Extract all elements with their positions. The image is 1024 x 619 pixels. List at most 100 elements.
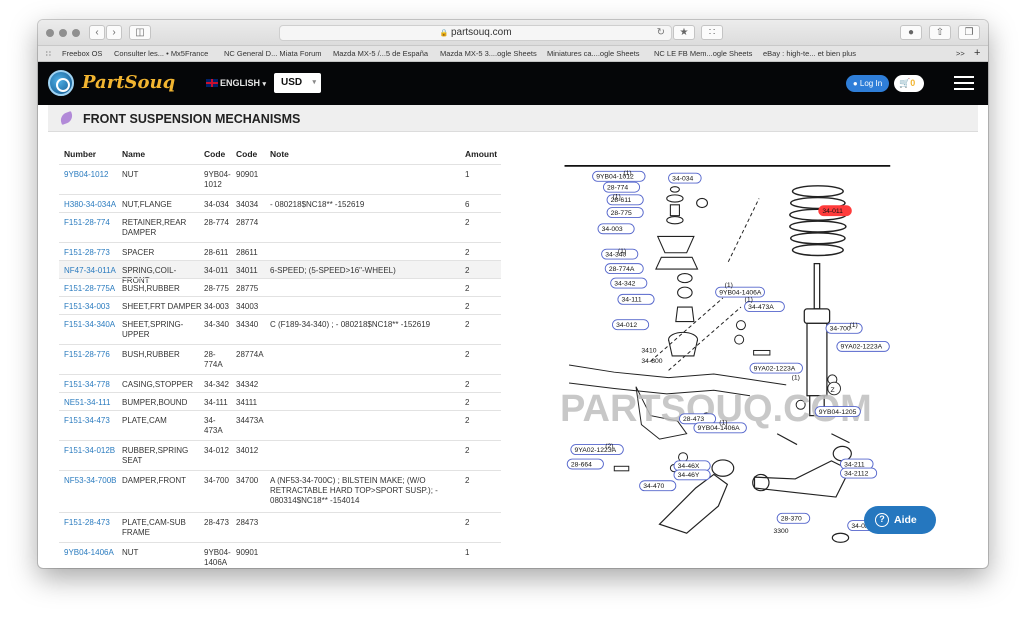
callout-label[interactable]: 9YB04-1205 — [819, 409, 857, 416]
coil-spring — [789, 185, 847, 257]
bookmark-item[interactable]: Consulter les... • Mx5France — [114, 49, 208, 58]
address-bar[interactable]: 🔒 partsouq.com ↻ — [279, 25, 672, 41]
table-row[interactable]: F151-28-776 BUSH,RUBBER 28-774A 28774A 2 — [59, 344, 501, 374]
reader-icon[interactable]: ★ — [673, 25, 695, 40]
part-number-link[interactable]: F151-34-003 — [64, 302, 124, 312]
table-row[interactable]: F151-28-473 PLATE,CAM-SUB FRAME 28-473 2847… — [59, 512, 501, 542]
reload-icon[interactable]: ↻ — [657, 26, 665, 40]
part-number-link[interactable]: F151-34-473 — [64, 416, 124, 426]
callout-label[interactable]: 28-473 — [683, 416, 704, 423]
part-number-link[interactable]: NF53-34-700B — [64, 476, 124, 486]
table-row[interactable]: 9YB04-1012 NUT 9YB04-1012 90901 1 — [59, 164, 501, 194]
download-icon[interactable]: ● — [900, 25, 922, 40]
callout-label[interactable]: 34-800 — [641, 358, 662, 365]
cart-button[interactable]: 🛒0 — [894, 75, 924, 92]
callout-label[interactable]: 9YA02-1223A — [754, 365, 796, 372]
bookmark-item[interactable]: Freebox OS — [62, 49, 102, 58]
new-tab-button[interactable]: + — [974, 47, 980, 59]
callout-label[interactable]: 34-46Y — [678, 472, 700, 479]
callout-label[interactable]: 34-470 — [643, 483, 664, 490]
callout-index: (1) — [792, 374, 800, 381]
section-header: FRONT SUSPENSION MECHANISMS — [48, 105, 978, 132]
part-number-link[interactable]: NF47-34-011A — [64, 266, 124, 276]
part-number-link[interactable]: F151-28-773 — [64, 248, 124, 258]
callout-index: (1) — [618, 248, 626, 255]
callout-label[interactable]: 34-012 — [616, 322, 637, 329]
table-row[interactable]: F151-34-473 PLATE,CAM 34-473A 34473A 2 — [59, 410, 501, 440]
callout-label[interactable]: 9YB04-1406A — [719, 289, 762, 296]
callout-label[interactable]: 34-034 — [672, 175, 693, 182]
bookmark-item[interactable]: Mazda MX-5 3....ogle Sheets — [440, 49, 537, 58]
bookmark-item[interactable]: eBay : high-te... et bien plus — [763, 49, 856, 58]
callout-label[interactable]: 34-473A — [748, 304, 774, 311]
back-icon[interactable]: ‹ — [89, 25, 105, 40]
bookmarks-more[interactable]: >> — [956, 49, 965, 58]
callout-label[interactable]: 34-700 — [830, 326, 851, 333]
share-icon[interactable]: ⇧ — [929, 25, 951, 40]
callout-label[interactable]: 34-003 — [602, 226, 623, 233]
part-number-link[interactable]: F151-34-012B — [64, 446, 124, 456]
table-row[interactable]: F151-28-774 RETAINER,REAR DAMPER 28-774 287… — [59, 212, 501, 242]
callout-label[interactable]: 3410 — [641, 347, 656, 354]
table-row[interactable]: F151-28-773 SPACER 28-611 28611 2 — [59, 242, 501, 260]
table-row[interactable]: F151-34-340A SHEET,SPRING-UPPER 34-340 3434… — [59, 314, 501, 344]
currency-select[interactable]: USD ▾ — [274, 73, 321, 93]
leaf-icon — [58, 111, 75, 125]
part-name: RETAINER,REAR DAMPER — [122, 218, 187, 237]
callout-label[interactable]: 34-011 — [822, 208, 843, 215]
callout-label[interactable]: 34-2112 — [844, 470, 869, 477]
language-selector[interactable]: ENGLISH ▾ — [206, 78, 266, 88]
logo-icon[interactable] — [48, 70, 74, 96]
zoom-window-button[interactable] — [72, 29, 80, 37]
callout-label[interactable]: 28-664 — [571, 461, 592, 468]
callout-label[interactable]: 28-370 — [781, 516, 802, 523]
callout-label[interactable]: 34-342 — [614, 280, 635, 287]
part-number-link[interactable]: F151-28-775A — [64, 284, 124, 294]
part-number-link[interactable]: H380-34-034A — [64, 200, 124, 210]
part-code-2: 28473 — [236, 518, 259, 527]
callout-label[interactable]: 3300 — [774, 528, 789, 535]
part-amount: 2 — [465, 350, 470, 359]
forward-icon[interactable]: › — [106, 25, 122, 40]
bookmark-item[interactable]: Miniatures ca....ogle Sheets — [547, 49, 640, 58]
table-row[interactable]: NF53-34-700B DAMPER,FRONT 34-700 34700 A (NF… — [59, 470, 501, 512]
close-window-button[interactable] — [46, 29, 54, 37]
bookmark-item[interactable]: NC LE FB Mem...ogle Sheets — [654, 49, 752, 58]
part-name: NUT — [122, 548, 139, 557]
help-button[interactable]: ? Aide — [864, 506, 936, 534]
table-row[interactable]: H380-34-034A NUT,FLANGE 34-034 34034 - 08021… — [59, 194, 501, 212]
login-button[interactable]: ● Log In — [846, 75, 889, 92]
callout-label[interactable]: 34-111 — [622, 297, 642, 304]
table-row[interactable]: F151-34-012B RUBBER,SPRING SEAT 34-012 3401… — [59, 440, 501, 470]
part-number-link[interactable]: F151-34-778 — [64, 380, 124, 390]
callout-label[interactable]: 34-46X — [678, 463, 700, 470]
logo-text[interactable]: PartSouq — [82, 72, 175, 93]
part-number-link[interactable]: F151-34-340A — [64, 320, 124, 330]
table-row[interactable]: 9YB04-1406A NUT 9YB04-1406A 90901 1 — [59, 542, 501, 567]
callout-label[interactable]: 9YA02-1223A — [840, 344, 882, 351]
callout-label[interactable]: 28-774 — [607, 184, 628, 191]
table-row[interactable]: F151-28-775A BUSH,RUBBER 28-775 28775 2 — [59, 278, 501, 296]
part-number-link[interactable]: NE51-34-111 — [64, 398, 124, 408]
bookmark-item[interactable]: Mazda MX-5 /...5 de España — [333, 49, 428, 58]
part-number-link[interactable]: F151-28-776 — [64, 350, 124, 360]
sidebar-icon[interactable]: ◫ — [129, 25, 151, 40]
table-row[interactable]: F151-34-778 CASING,STOPPER 34-342 34342 2 — [59, 374, 501, 392]
callout-label[interactable]: 28-775 — [611, 210, 632, 217]
menu-icon[interactable] — [954, 76, 974, 90]
grid-icon[interactable]: ∷ — [46, 49, 51, 58]
table-row[interactable]: NE51-34-111 BUMPER,BOUND 34-111 34111 2 — [59, 392, 501, 410]
minimize-window-button[interactable] — [59, 29, 67, 37]
table-row[interactable]: NF47-34-011A SPRING,COIL-FRONT 34-011 34011… — [59, 260, 501, 285]
callout-label[interactable]: 34-211 — [844, 461, 865, 468]
bookmark-item[interactable]: NC General D... Miata Forum — [224, 49, 322, 58]
part-number-link[interactable]: 9YB04-1406A — [64, 548, 124, 558]
part-number-link[interactable]: F151-28-774 — [64, 218, 124, 228]
table-row[interactable]: F151-34-003 SHEET,FRT DAMPER 34-003 34003 2 — [59, 296, 501, 314]
tabs-icon[interactable]: ❐ — [958, 25, 980, 40]
top-sites-icon[interactable]: ∷ — [701, 25, 723, 40]
part-number-link[interactable]: 9YB04-1012 — [64, 170, 124, 180]
part-number-link[interactable]: F151-28-473 — [64, 518, 124, 528]
callout-label[interactable]: 28-774A — [609, 266, 635, 273]
parts-diagram[interactable]: PARTSOUQ.COM Z 9YB04-101228-77428-61128-… — [560, 142, 940, 568]
